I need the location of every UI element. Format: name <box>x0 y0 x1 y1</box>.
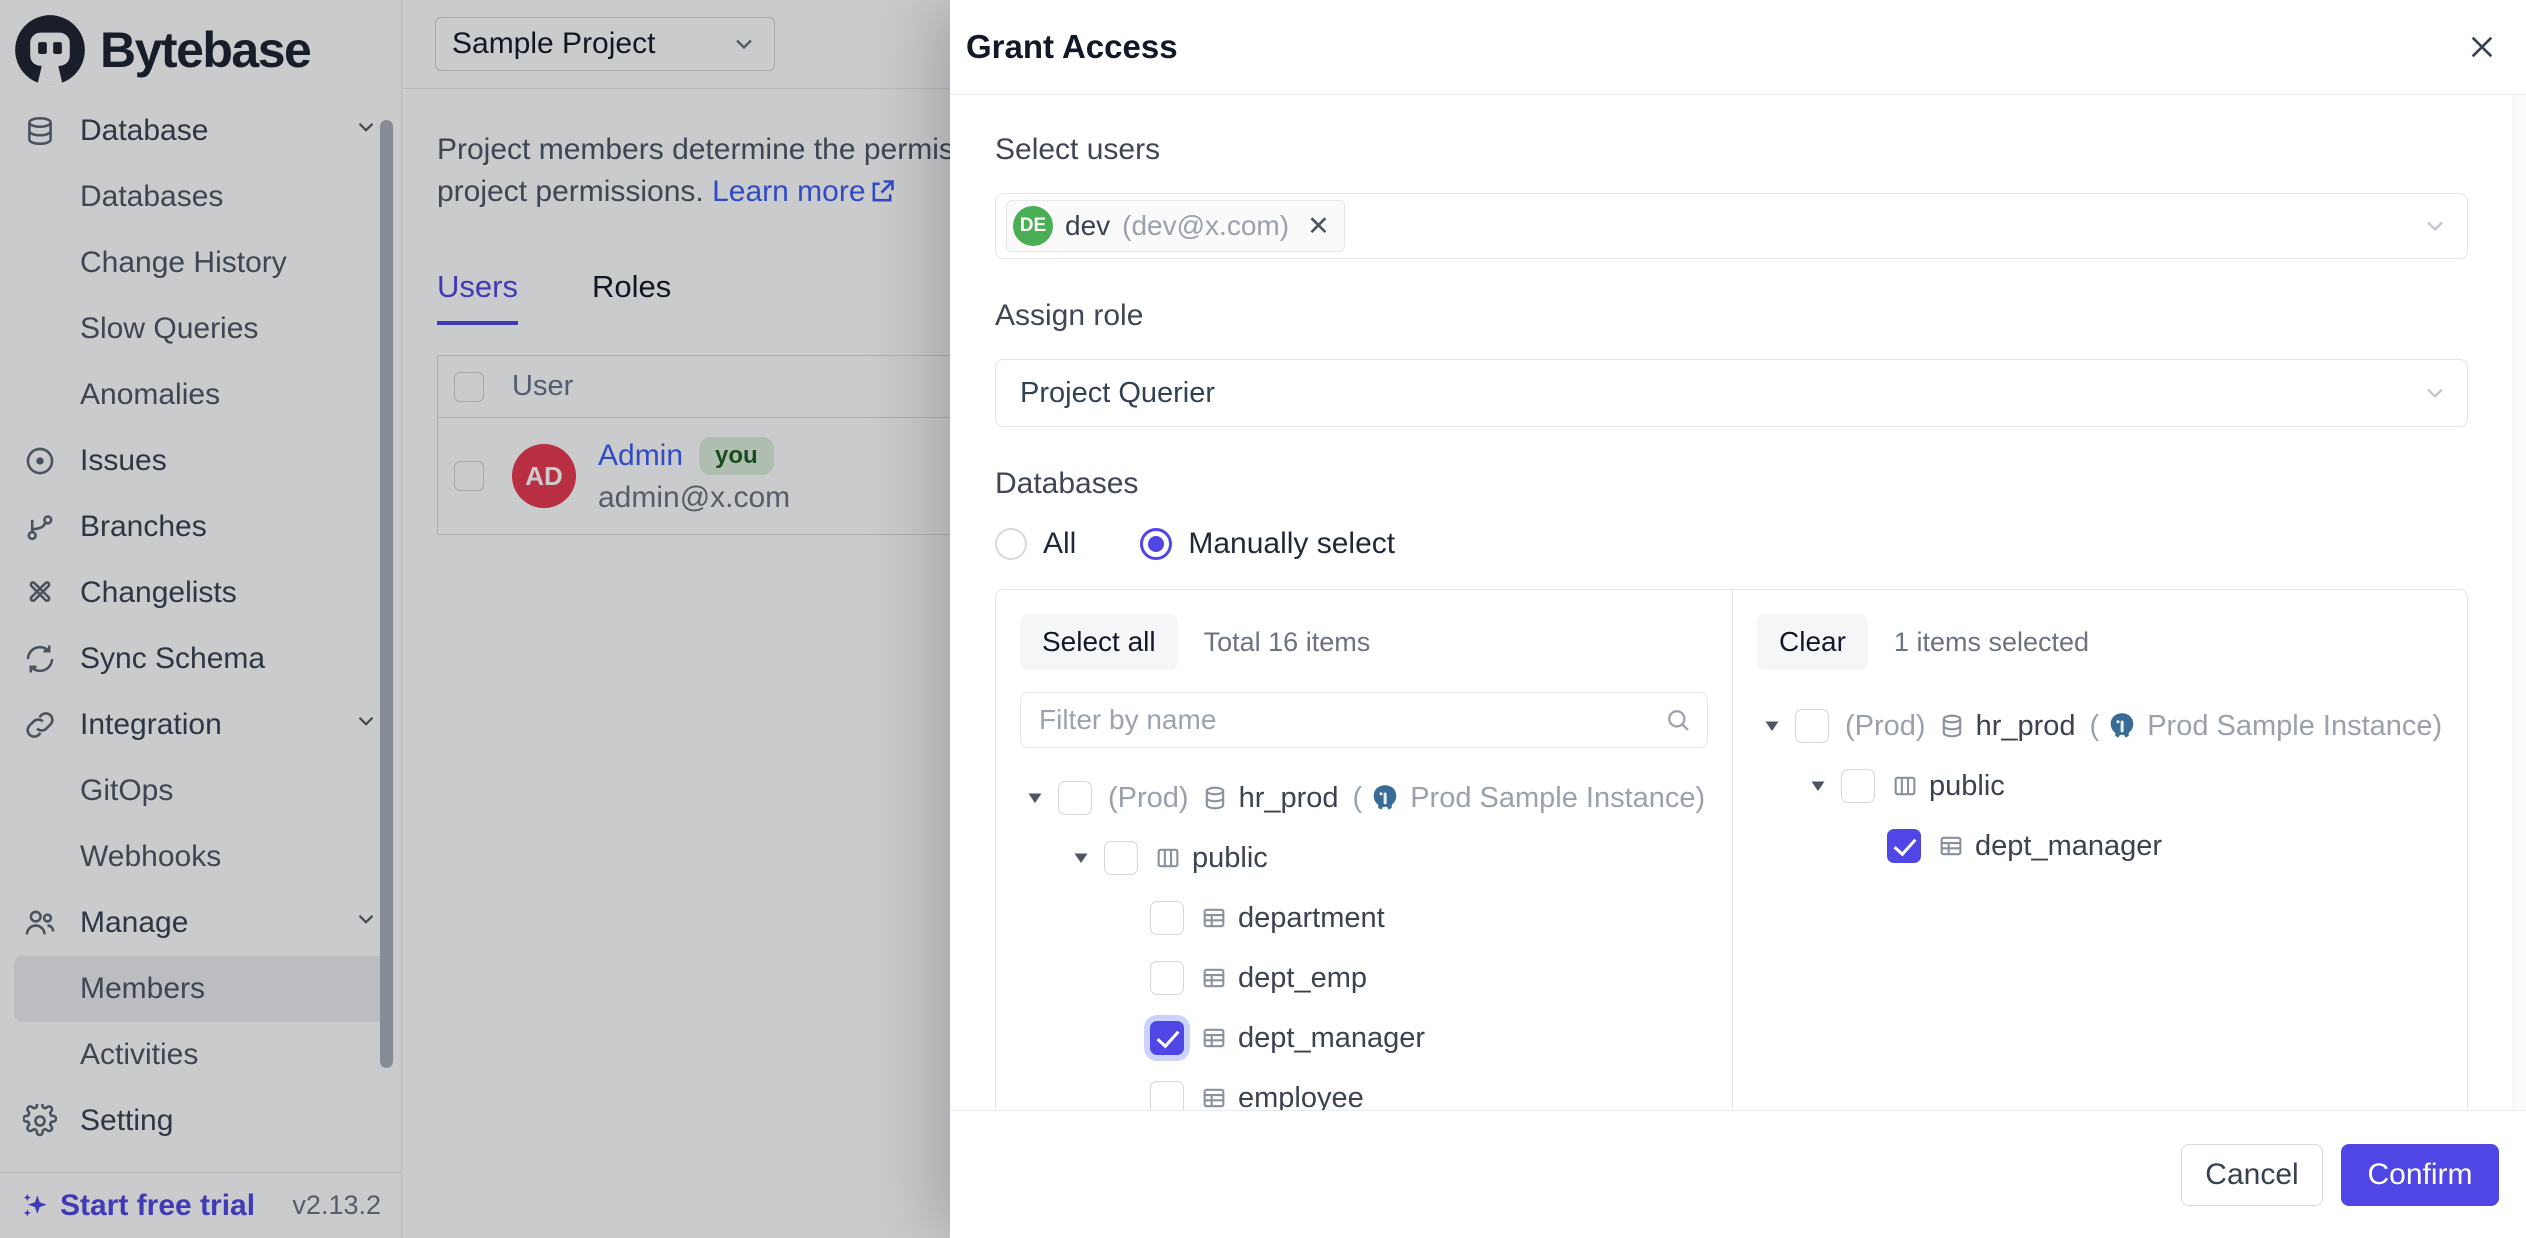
tree-row[interactable]: dept_manager <box>1757 816 2443 876</box>
checkbox[interactable] <box>1795 709 1829 743</box>
tree-row[interactable]: dept_manager <box>1020 1008 1708 1068</box>
avatar: DE <box>1013 206 1053 246</box>
close-icon[interactable] <box>2466 31 2498 63</box>
modal-scrollbar-gutter[interactable] <box>2513 95 2526 1110</box>
total-count-label: Total 16 items <box>1204 627 1371 658</box>
schema-icon <box>1891 772 1919 800</box>
clear-button[interactable]: Clear <box>1757 614 1868 670</box>
caret-down-icon[interactable] <box>1066 852 1096 864</box>
tree-row[interactable]: public <box>1757 756 2443 816</box>
selected-count-label: 1 items selected <box>1894 627 2089 658</box>
tree-row[interactable]: (Prod) hr_prod ( Prod Sample Instance) <box>1020 768 1708 828</box>
checkbox-checked[interactable] <box>1150 1021 1184 1055</box>
checkbox[interactable] <box>1150 1081 1184 1110</box>
modal-footer: Cancel Confirm <box>950 1110 2526 1238</box>
databases-label: Databases <box>995 467 2468 501</box>
modal-header: Grant Access <box>950 0 2526 95</box>
modal-title: Grant Access <box>966 28 1178 66</box>
user-chip: DE dev (dev@x.com) ✕ <box>1006 200 1345 252</box>
caret-down-icon[interactable] <box>1020 792 1050 804</box>
grant-access-modal: Grant Access Select users DE dev (dev@x.… <box>950 0 2526 1238</box>
tree-row[interactable]: employee <box>1020 1068 1708 1110</box>
filter-input[interactable] <box>1020 692 1708 748</box>
table-icon <box>1200 1024 1228 1052</box>
screen: Bytebase Database Databases Change Histo… <box>0 0 2526 1238</box>
select-users-input[interactable]: DE dev (dev@x.com) ✕ <box>995 193 2468 259</box>
checkbox-checked[interactable] <box>1887 829 1921 863</box>
table-icon <box>1200 904 1228 932</box>
checkbox[interactable] <box>1150 901 1184 935</box>
source-tree: (Prod) hr_prod ( Prod Sample Instance) p… <box>1020 768 1708 1110</box>
radio-all[interactable] <box>995 528 1027 560</box>
checkbox[interactable] <box>1150 961 1184 995</box>
postgresql-icon <box>1370 783 1400 813</box>
database-icon <box>1938 712 1966 740</box>
tree-row[interactable]: public <box>1020 828 1708 888</box>
table-icon <box>1937 832 1965 860</box>
remove-chip-icon[interactable]: ✕ <box>1307 213 1330 240</box>
radio-manually-select[interactable] <box>1140 528 1172 560</box>
search-icon <box>1664 706 1692 734</box>
database-transfer: Select all Total 16 items (Prod) <box>995 589 2468 1110</box>
database-scope-radios: All Manually select <box>995 527 2468 561</box>
assign-role-label: Assign role <box>995 299 2468 333</box>
chevron-down-icon <box>2421 379 2449 407</box>
chevron-down-icon <box>2421 212 2449 240</box>
database-icon <box>1201 784 1229 812</box>
selected-tree: (Prod) hr_prod ( Prod Sample Instance) p… <box>1757 696 2443 876</box>
checkbox[interactable] <box>1104 841 1138 875</box>
modal-body: Select users DE dev (dev@x.com) ✕ Assign… <box>950 95 2526 1110</box>
checkbox[interactable] <box>1841 769 1875 803</box>
select-all-button[interactable]: Select all <box>1020 614 1178 670</box>
transfer-selected-panel: Clear 1 items selected (Prod) hr_prod ( <box>1733 590 2467 1110</box>
select-users-label: Select users <box>995 133 2468 167</box>
tree-row[interactable]: department <box>1020 888 1708 948</box>
caret-down-icon[interactable] <box>1803 780 1833 792</box>
transfer-source-panel: Select all Total 16 items (Prod) <box>996 590 1733 1110</box>
role-select[interactable]: Project Querier <box>995 359 2468 427</box>
confirm-button[interactable]: Confirm <box>2341 1144 2499 1206</box>
postgresql-icon <box>2107 711 2137 741</box>
cancel-button[interactable]: Cancel <box>2181 1144 2323 1206</box>
schema-icon <box>1154 844 1182 872</box>
tree-row[interactable]: dept_emp <box>1020 948 1708 1008</box>
filter-field <box>1020 692 1708 748</box>
table-icon <box>1200 1084 1228 1110</box>
table-icon <box>1200 964 1228 992</box>
checkbox[interactable] <box>1058 781 1092 815</box>
tree-row[interactable]: (Prod) hr_prod ( Prod Sample Instance) <box>1757 696 2443 756</box>
caret-down-icon[interactable] <box>1757 720 1787 732</box>
